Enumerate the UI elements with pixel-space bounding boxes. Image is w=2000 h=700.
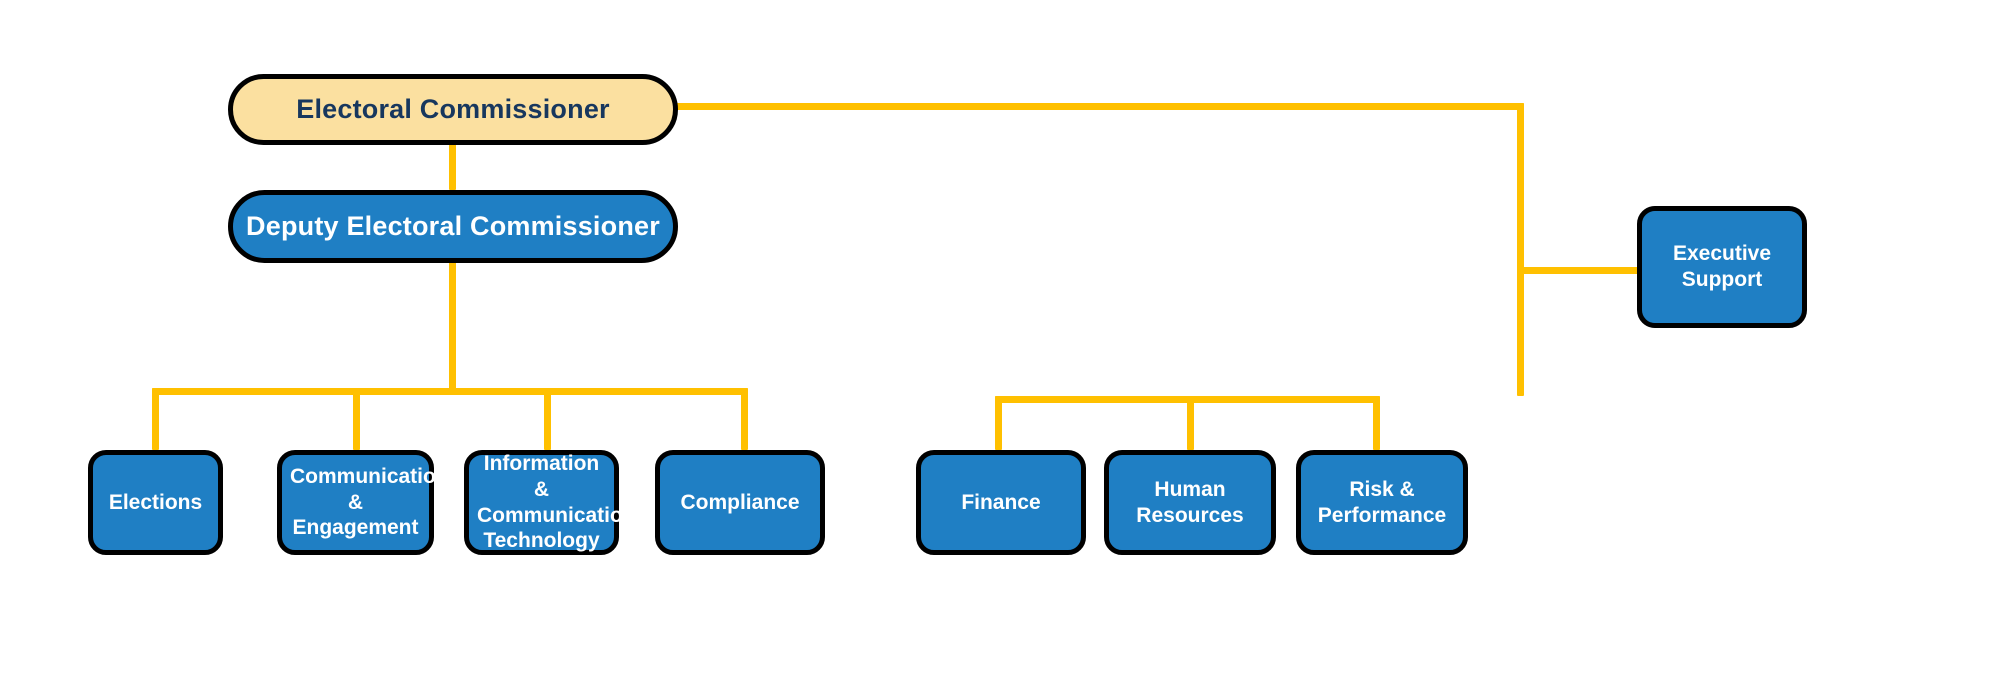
node-executive-support[interactable]: Executive Support [1637,206,1807,328]
connector-drop-compliance [741,388,748,450]
node-label: Information & Communication Technology [477,452,636,553]
node-information-communication-technology[interactable]: Information & Communication Technology [464,450,636,555]
node-label: Finance [961,490,1041,514]
connector-drop-elections [152,388,159,450]
node-deputy-electoral-commissioner[interactable]: Deputy Electoral Commissioner [228,190,678,263]
node-label: Executive Support [1672,242,1772,291]
connector-commissioner-right-horizontal [676,103,1524,110]
node-communication-engagement[interactable]: Communication & Engagement [277,450,449,555]
node-finance[interactable]: Finance [916,450,1086,555]
node-human-resources[interactable]: Human Resources [1104,450,1276,555]
node-label: Electoral Commissioner [296,94,610,125]
connector-drop-communication [353,388,360,450]
connector-drop-risk-performance [1373,396,1380,450]
connector-drop-finance [995,396,1002,450]
node-label: Deputy Electoral Commissioner [246,211,660,242]
node-elections[interactable]: Elections [88,450,223,555]
node-electoral-commissioner[interactable]: Electoral Commissioner [228,74,678,145]
connector-drop-human-resources [1187,396,1194,450]
connector-deputy-stem [449,260,456,390]
node-label: Compliance [680,490,800,514]
org-chart: Electoral Commissioner Deputy Electoral … [0,0,2000,700]
node-label: Communication & Engagement [290,465,449,540]
connector-executive-support-horizontal [1517,267,1639,274]
node-label: Elections [108,490,203,514]
node-label: Risk & Performance [1317,477,1447,527]
node-label: Human Resources [1136,477,1244,527]
connector-drop-ict [544,388,551,450]
connector-commissioner-to-deputy [449,142,456,190]
connector-deputy-bus [152,388,748,395]
node-risk-performance[interactable]: Risk & Performance [1296,450,1468,555]
connector-right-trunk-vertical [1517,103,1524,396]
node-compliance[interactable]: Compliance [655,450,825,555]
